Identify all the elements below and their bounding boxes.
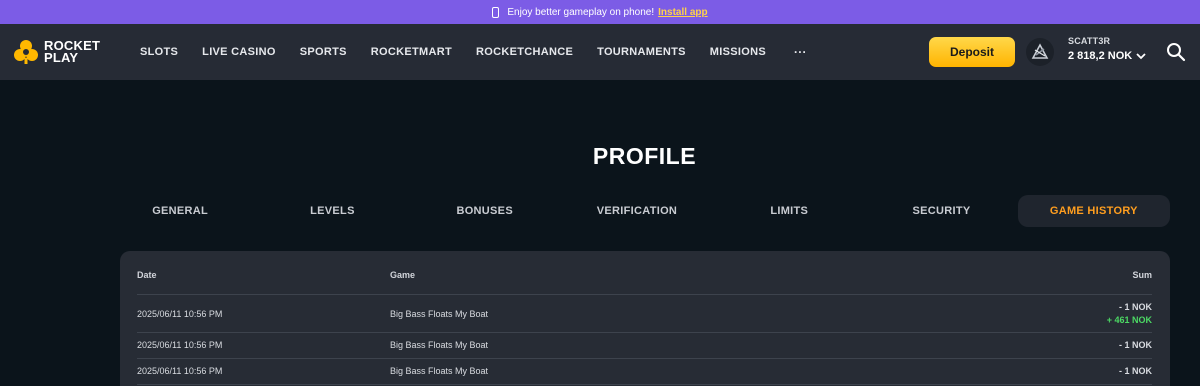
tab-bonuses[interactable]: BONUSES: [409, 195, 561, 227]
row-game: Big Bass Floats My Boat: [390, 309, 489, 319]
phone-icon: [492, 6, 500, 18]
avatar[interactable]: [1026, 38, 1054, 66]
table-row: 2025/06/11 10:56 PM Big Bass Floats My B…: [120, 359, 1170, 385]
main-nav: SLOTS LIVE CASINO SPORTS ROCKETMART ROCK…: [140, 45, 831, 59]
game-history-table: Date Game Sum 2025/06/11 10:56 PM Big Ba…: [120, 251, 1170, 386]
rocket-logo-icon: [14, 40, 38, 64]
row-bet: - 1 NOK: [1118, 340, 1152, 350]
tab-verification[interactable]: VERIFICATION: [561, 195, 713, 227]
chevron-down-icon: [1136, 52, 1146, 59]
row-date: 2025/06/11 10:56 PM: [137, 366, 223, 376]
page-title: PROFILE: [592, 143, 697, 169]
row-date: 2025/06/11 10:56 PM: [137, 340, 223, 350]
nav-more-button[interactable]: ···: [794, 45, 807, 59]
row-bet: - 1 NOK: [1118, 366, 1152, 376]
tab-limits[interactable]: LIMITS: [713, 195, 865, 227]
column-game: Game: [390, 270, 416, 280]
row-win: + 461 NOK: [1106, 315, 1152, 325]
nav-live-casino[interactable]: LIVE CASINO: [202, 46, 276, 58]
logo-text: ROCKET PLAY: [44, 39, 100, 65]
logo[interactable]: ROCKET PLAY: [14, 39, 126, 65]
nav-slots[interactable]: SLOTS: [140, 46, 178, 58]
balance-dropdown[interactable]: 2 818,2 NOK: [1068, 50, 1148, 62]
divider: [137, 384, 1152, 385]
nav-sports[interactable]: SPORTS: [300, 46, 347, 58]
row-game: Big Bass Floats My Boat: [390, 340, 489, 350]
logo-line-2: PLAY: [44, 50, 79, 65]
install-app-link[interactable]: Install app: [658, 7, 707, 18]
balance-value: 2 818,2 NOK: [1068, 50, 1133, 62]
column-date: Date: [137, 270, 157, 280]
nav-rocketchance[interactable]: ROCKETCHANCE: [476, 46, 573, 58]
nav-tournaments[interactable]: TOURNAMENTS: [597, 46, 686, 58]
tab-game-history[interactable]: GAME HISTORY: [1017, 195, 1170, 227]
promo-text: Enjoy better gameplay on phone!: [507, 6, 655, 18]
row-game: Big Bass Floats My Boat: [390, 366, 489, 376]
nav-missions[interactable]: MISSIONS: [710, 46, 766, 58]
deposit-button[interactable]: Deposit: [929, 37, 1015, 67]
row-date: 2025/06/11 10:56 PM: [137, 309, 223, 319]
column-sum: Sum: [1132, 270, 1152, 280]
site-header: ROCKET PLAY SLOTS LIVE CASINO SPORTS ROC…: [0, 24, 1200, 80]
nav-rocketmart[interactable]: ROCKETMART: [371, 46, 452, 58]
table-header: Date Game Sum: [120, 251, 1170, 295]
table-row: 2025/06/11 10:56 PM Big Bass Floats My B…: [120, 333, 1170, 359]
promo-banner: Enjoy better gameplay on phone! Install …: [0, 0, 1200, 24]
tab-levels[interactable]: LEVELS: [256, 195, 408, 227]
username: SCATT3R: [1068, 36, 1111, 46]
tab-general[interactable]: GENERAL: [104, 195, 256, 227]
profile-tabs: GENERAL LEVELS BONUSES VERIFICATION LIMI…: [104, 195, 1170, 227]
row-bet: - 1 NOK: [1118, 302, 1152, 312]
search-icon[interactable]: [1166, 42, 1186, 62]
avatar-icon: [1031, 43, 1049, 59]
tab-security[interactable]: SECURITY: [865, 195, 1017, 227]
table-row: 2025/06/11 10:56 PM Big Bass Floats My B…: [120, 295, 1170, 332]
user-account: SCATT3R 2 818,2 NOK: [1068, 36, 1148, 62]
